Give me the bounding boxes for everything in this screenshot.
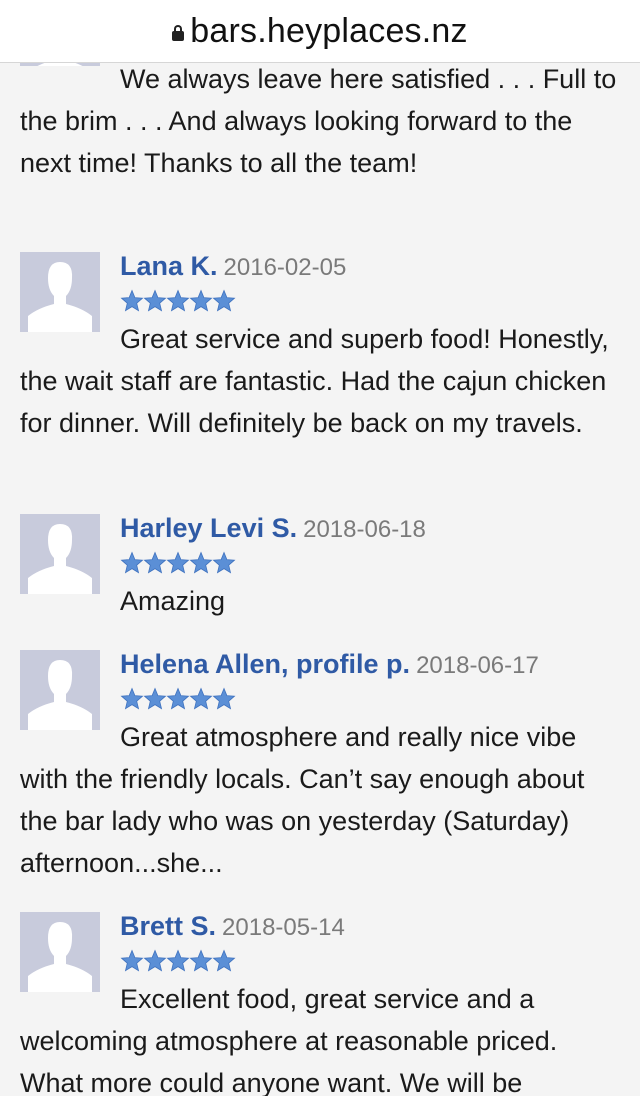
review-text: Great atmosphere and really nice vibe wi…: [20, 722, 585, 878]
default-avatar-icon: [20, 650, 100, 730]
review-date: 2018-06-18: [303, 516, 426, 543]
avatar: [20, 650, 100, 730]
star-icon: [189, 949, 213, 972]
review-header: Lana K. 2016-02-05: [20, 248, 620, 284]
review-date: 2016-02-05: [223, 254, 347, 281]
review-date: 2018-05-14: [222, 914, 345, 941]
star-icon: [120, 949, 144, 972]
page: We always leave here satisfied . . . Ful…: [0, 0, 640, 1096]
star-icon: [120, 687, 144, 710]
star-icon: [120, 551, 144, 574]
star-icon: [212, 949, 236, 972]
default-avatar-icon: [20, 912, 100, 992]
star-icon: [166, 687, 190, 710]
reviewer-name[interactable]: Helena Allen, profile p.: [120, 649, 410, 679]
star-icon: [189, 551, 213, 574]
avatar: [20, 252, 100, 332]
star-rating: [120, 944, 620, 978]
star-icon: [166, 289, 190, 312]
lock-icon: [172, 25, 185, 41]
star-icon: [212, 289, 236, 312]
reviewer-name[interactable]: Brett S.: [120, 911, 216, 941]
review-header: Brett S. 2018-05-14: [20, 908, 620, 944]
review-header: Harley Levi S. 2018-06-18: [20, 510, 620, 546]
review-text: Great service and superb food! Honestly,…: [20, 324, 609, 438]
star-rating: [120, 284, 620, 318]
review-header: Helena Allen, profile p. 2018-06-17: [20, 646, 620, 682]
star-icon: [143, 289, 167, 312]
review-item: Harley Levi S. 2018-06-18 Amazing: [20, 510, 620, 622]
star-icon: [189, 289, 213, 312]
star-icon: [120, 289, 144, 312]
reviewer-name[interactable]: Lana K.: [120, 251, 218, 281]
star-icon: [166, 949, 190, 972]
default-avatar-icon: [20, 252, 100, 332]
star-icon: [189, 687, 213, 710]
review-item: Brett S. 2018-05-14 Excellent food, great…: [20, 908, 620, 1096]
avatar: [20, 514, 100, 594]
address-bar[interactable]: bars.heyplaces.nz: [0, 0, 640, 63]
reviewer-name[interactable]: Harley Levi S.: [120, 513, 297, 543]
star-icon: [143, 551, 167, 574]
star-rating: [120, 546, 620, 580]
review-item: Helena Allen, profile p. 2018-06-17 Great…: [20, 646, 620, 884]
star-icon: [143, 687, 167, 710]
review-date: 2018-06-17: [416, 652, 539, 679]
star-icon: [143, 949, 167, 972]
star-icon: [212, 687, 236, 710]
star-icon: [212, 551, 236, 574]
avatar: [20, 912, 100, 992]
star-icon: [166, 551, 190, 574]
review-item: Lana K. 2016-02-05 Great service and supe…: [20, 248, 620, 444]
review-text: Excellent food, great service and a welc…: [20, 984, 558, 1096]
review-text: Amazing: [120, 586, 226, 616]
url-text[interactable]: bars.heyplaces.nz: [190, 12, 467, 51]
star-rating: [120, 682, 620, 716]
default-avatar-icon: [20, 514, 100, 594]
